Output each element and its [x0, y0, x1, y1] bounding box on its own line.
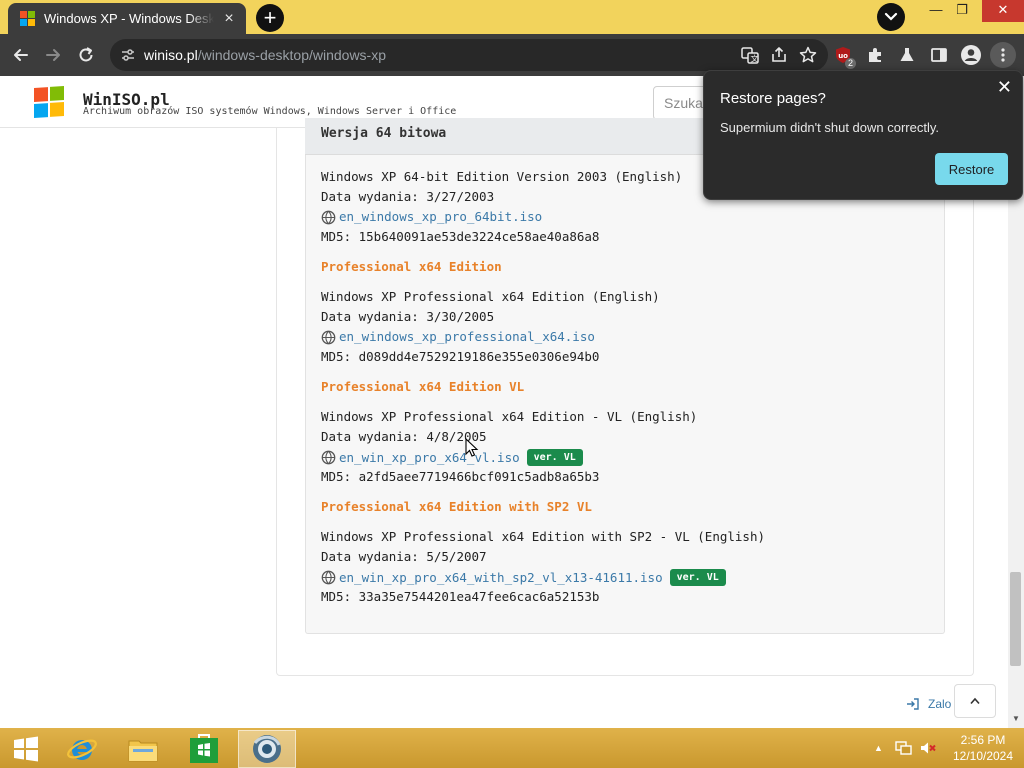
taskbar-internet-explorer[interactable]	[55, 730, 109, 768]
section-header: Wersja 64 bitowa	[321, 126, 447, 141]
profile-icon[interactable]	[958, 42, 984, 68]
reload-icon	[79, 47, 93, 62]
new-tab-button[interactable]: +	[256, 4, 284, 32]
side-panel-icon[interactable]	[926, 42, 952, 68]
iso-download: en_windows_xp_professional_x64.iso	[321, 329, 595, 345]
flask-icon[interactable]	[894, 42, 920, 68]
edition-heading: Professional x64 Edition with SP2 VL	[321, 499, 592, 514]
back-button[interactable]	[6, 40, 36, 70]
vl-badge: ver. VL	[526, 449, 583, 466]
globe-icon	[321, 330, 336, 345]
tab-title: Windows XP - Windows Desktop	[44, 11, 214, 26]
md5-hash: MD5: 33a35e7544201ea47fee6cac6a52153b	[321, 589, 600, 604]
system-clock[interactable]: 2:56 PM 12/10/2024	[948, 732, 1018, 764]
menu-icon[interactable]	[990, 42, 1016, 68]
globe-icon	[321, 450, 336, 465]
release-date: Data wydania: 3/30/2005	[321, 309, 495, 324]
maximize-button[interactable]: ❐	[944, 0, 980, 22]
address-bar[interactable]: winiso.pl/windows-desktop/windows-xp 文	[110, 39, 828, 71]
show-hidden-icons-icon[interactable]: ▲	[874, 743, 883, 753]
md5-hash: MD5: 15b640091ae53de3224ce58ae40a86a8	[321, 229, 600, 244]
tab-close-icon[interactable]: ×	[220, 10, 238, 28]
taskbar-store[interactable]	[177, 730, 231, 768]
folder-icon	[128, 740, 158, 762]
network-icon[interactable]	[895, 740, 913, 756]
taskbar-file-explorer[interactable]	[116, 730, 170, 768]
site-settings-icon[interactable]	[120, 47, 136, 63]
chevron-up-icon	[970, 697, 980, 705]
edition-heading: Professional x64 Edition	[321, 259, 502, 274]
start-button[interactable]	[0, 730, 52, 768]
star-icon[interactable]	[798, 45, 818, 65]
arrow-left-icon	[14, 49, 28, 61]
dialog-title: Restore pages?	[720, 90, 826, 107]
translate-icon[interactable]: 文	[740, 45, 760, 65]
url-host: winiso.pl	[144, 47, 198, 63]
extension-badge: 2	[844, 58, 856, 69]
share-icon[interactable]	[769, 45, 789, 65]
iso-download: en_windows_xp_pro_64bit.iso	[321, 209, 542, 225]
tab-search-button[interactable]	[877, 3, 905, 31]
md5-hash: MD5: a2fd5aee7719466bcf091c5adb8a65b3	[321, 469, 600, 484]
release-date: Data wydania: 5/5/2007	[321, 549, 487, 564]
site-subtitle: Archiwum obrazów ISO systemów Windows, W…	[83, 106, 457, 117]
taskbar: ▲ 2:56 PM 12/10/2024	[0, 728, 1024, 768]
chevron-down-icon	[884, 12, 898, 21]
window-close-button[interactable]: ✕	[982, 0, 1024, 22]
url-text[interactable]: winiso.pl/windows-desktop/windows-xp	[144, 47, 386, 63]
release-name: Windows XP 64-bit Edition Version 2003 (…	[321, 169, 683, 184]
iso-link[interactable]: en_win_xp_pro_x64_vl.iso	[339, 450, 520, 466]
login-icon	[907, 698, 919, 710]
vl-badge: ver. VL	[669, 569, 726, 586]
taskbar-supermium[interactable]	[238, 730, 296, 768]
scroll-down-arrow[interactable]: ▼	[1008, 713, 1024, 725]
release-name: Windows XP Professional x64 Edition (Eng…	[321, 289, 660, 304]
release-date: Data wydania: 4/8/2005	[321, 429, 487, 444]
reload-button[interactable]	[71, 40, 101, 70]
close-icon[interactable]: ✕	[997, 77, 1012, 98]
globe-icon	[321, 210, 336, 225]
tab-strip: Windows XP - Windows Desktop × + — ❐ ✕	[0, 0, 1024, 34]
release-name: Windows XP Professional x64 Edition with…	[321, 529, 766, 544]
system-tray: ▲	[874, 728, 937, 768]
login-link[interactable]: Zalo	[906, 697, 951, 711]
arrow-right-icon	[46, 49, 60, 61]
iso-link[interactable]: en_windows_xp_pro_64bit.iso	[339, 209, 542, 225]
internet-explorer-icon	[67, 739, 97, 760]
login-label: Zalo	[928, 697, 952, 711]
edition-heading: Professional x64 Edition VL	[321, 379, 525, 394]
iso-link[interactable]: en_windows_xp_professional_x64.iso	[339, 329, 595, 345]
clock-time: 2:56 PM	[960, 733, 1006, 747]
dialog-message: Supermium didn't shut down correctly.	[720, 120, 940, 135]
scroll-to-top-button[interactable]	[954, 684, 996, 718]
browser-tab[interactable]: Windows XP - Windows Desktop ×	[8, 3, 246, 34]
restore-pages-dialog: Restore pages? ✕ Supermium didn't shut d…	[703, 70, 1023, 200]
md5-hash: MD5: d089dd4e7529219186e355e0306e94b0	[321, 349, 600, 364]
windows-start-icon	[14, 736, 38, 762]
mouse-cursor-icon	[465, 438, 479, 457]
extensions-icon[interactable]	[862, 42, 888, 68]
windows-favicon-icon	[20, 10, 36, 27]
globe-icon	[321, 570, 336, 585]
iso-download: en_win_xp_pro_x64_vl.iso ver. VL	[321, 449, 583, 466]
ublock-extension-icon[interactable]: uo 2	[830, 42, 856, 69]
iso-download: en_win_xp_pro_x64_with_sp2_vl_x13-41611.…	[321, 569, 726, 586]
release-date: Data wydania: 3/27/2003	[321, 189, 495, 204]
forward-button[interactable]	[38, 40, 68, 70]
scrollbar-thumb[interactable]	[1010, 572, 1021, 666]
windows-logo-icon[interactable]	[34, 85, 64, 119]
svg-text:文: 文	[751, 54, 759, 64]
clock-date: 12/10/2024	[952, 749, 1014, 763]
restore-button[interactable]: Restore	[935, 153, 1008, 185]
store-icon	[190, 734, 218, 763]
supermium-browser-icon	[253, 735, 281, 763]
release-name: Windows XP Professional x64 Edition - VL…	[321, 409, 698, 424]
iso-link[interactable]: en_win_xp_pro_x64_with_sp2_vl_x13-41611.…	[339, 570, 663, 586]
url-path: /windows-desktop/windows-xp	[197, 47, 387, 63]
volume-muted-icon[interactable]	[919, 740, 937, 756]
